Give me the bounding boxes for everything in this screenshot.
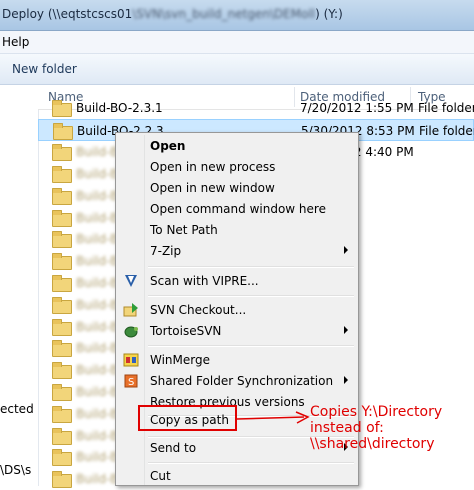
folder-icon	[52, 318, 72, 336]
folder-icon	[52, 253, 72, 271]
submenu-arrow-icon	[344, 376, 348, 384]
folder-icon	[52, 296, 72, 314]
menu-label: Open	[150, 139, 186, 153]
vipre-icon	[123, 273, 139, 289]
annotation-line: Copies Y:\Directory	[310, 404, 443, 420]
file-date: 7/20/2012 1:55 PM	[300, 101, 414, 115]
menu-label: SVN Checkout...	[150, 303, 247, 317]
svg-text:S: S	[128, 377, 134, 388]
svn-checkout-icon	[123, 302, 139, 318]
menu-label: Cut	[150, 469, 171, 483]
nav-item[interactable]: ected	[0, 402, 34, 416]
copy-as-path-highlight	[138, 405, 237, 431]
menu-item-to-net-path[interactable]: To Net Path	[118, 220, 356, 241]
folder-icon	[52, 384, 72, 401]
menu-item-tortoisesvn[interactable]: TortoiseSVN	[118, 321, 356, 342]
menu-separator	[148, 345, 354, 347]
menu-separator	[148, 295, 354, 297]
menu-label: Send to	[150, 441, 197, 455]
folder-icon	[52, 209, 72, 227]
folder-icon	[53, 123, 73, 140]
folder-icon	[52, 340, 72, 358]
menu-label: 7-Zip	[150, 244, 182, 258]
menu-separator	[148, 462, 354, 464]
folder-icon	[52, 231, 72, 249]
menu-label: Open in new window	[150, 181, 275, 195]
menu-item-open-command-window[interactable]: Open command window here	[118, 199, 356, 220]
toolbar: New folder	[0, 54, 474, 85]
folder-icon	[52, 275, 72, 292]
folder-icon	[52, 449, 72, 467]
submenu-arrow-icon	[344, 326, 348, 334]
menu-item-7zip[interactable]: 7-Zip	[118, 241, 356, 262]
menu-label: Open in new process	[150, 160, 276, 174]
file-name: Build-BO-2.3.1	[76, 101, 163, 115]
menu-item-cut[interactable]: Cut	[118, 466, 356, 487]
menu-item-open[interactable]: Open	[118, 136, 356, 157]
folder-icon	[52, 471, 72, 489]
menu-separator	[148, 266, 354, 268]
menu-item-open-new-window[interactable]: Open in new window	[118, 178, 356, 199]
file-row[interactable]: Build-BO-2.3.1 7/20/2012 1:55 PM File fo…	[38, 97, 474, 119]
annotation-note: Copies Y:\Directory instead of: \\shared…	[310, 404, 474, 452]
menu-item-winmerge[interactable]: WinMerge	[118, 350, 356, 371]
menu-help[interactable]: Help	[2, 35, 29, 49]
menu-label: To Net Path	[150, 223, 218, 237]
annotation-line: \\shared\directory	[310, 436, 435, 452]
menu-bar: Help	[0, 31, 474, 54]
new-folder-button[interactable]: New folder	[12, 62, 77, 76]
title-bar: Deploy (\\eqtstcscs01\SVN\svn_build_netg…	[0, 0, 474, 31]
menu-label: TortoiseSVN	[150, 324, 222, 338]
file-type: File folder	[418, 101, 474, 115]
window-title-blurred: \SVN\svn_build_netgen\DEMoll	[132, 7, 316, 21]
annotation-line: instead of:	[310, 420, 384, 436]
menu-item-open-new-process[interactable]: Open in new process	[118, 157, 356, 178]
menu-item-shared-folder-sync[interactable]: S Shared Folder Synchronization	[118, 371, 356, 392]
folder-icon	[52, 362, 72, 380]
sync-icon: S	[123, 373, 139, 389]
menu-label: Scan with VIPRE...	[150, 274, 259, 288]
folder-icon	[52, 427, 72, 445]
nav-item[interactable]: \DS\s	[0, 463, 31, 477]
folder-icon	[52, 405, 72, 423]
folder-icon	[52, 166, 72, 183]
submenu-arrow-icon	[344, 246, 348, 254]
menu-label: Shared Folder Synchronization	[150, 374, 334, 388]
menu-item-svn-checkout[interactable]: SVN Checkout...	[118, 300, 356, 321]
folder-icon	[52, 100, 72, 117]
file-type: File folder	[419, 124, 474, 138]
menu-label: WinMerge	[150, 353, 210, 367]
folder-icon	[52, 187, 72, 205]
navigation-pane[interactable]: ected \DS\s	[0, 85, 39, 486]
winmerge-icon	[123, 352, 139, 368]
menu-label: Open command window here	[150, 202, 326, 216]
window-title: Deploy (\\eqtstcscs01\SVN\svn_build_netg…	[2, 7, 343, 21]
folder-icon	[52, 144, 72, 161]
annotation-arrow-icon	[236, 411, 310, 424]
tortoisesvn-icon	[123, 323, 139, 339]
menu-item-scan-vipre[interactable]: Scan with VIPRE...	[118, 271, 356, 292]
